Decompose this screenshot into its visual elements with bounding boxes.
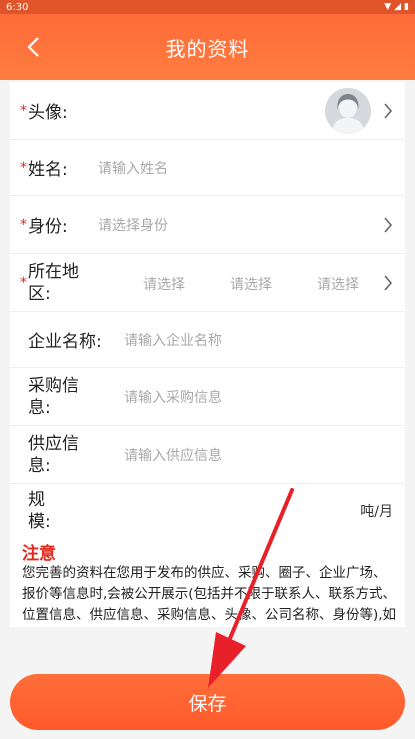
required-mark: * <box>20 159 27 176</box>
scale-row: 规 模: 吨/月 <box>10 484 405 538</box>
chevron-left-icon <box>27 37 39 57</box>
name-input[interactable]: 请输入姓名 <box>98 158 168 178</box>
city-select[interactable]: 请选择 <box>230 274 272 294</box>
identity-select[interactable]: 请选择身份 <box>98 215 168 235</box>
name-label: 姓名: <box>28 160 68 180</box>
signal-icon: ◢ <box>394 2 402 12</box>
avatar[interactable] <box>325 88 371 134</box>
province-select[interactable]: 请选择 <box>143 274 185 294</box>
status-time: 6:30 <box>6 1 29 13</box>
status-bar: 6:30 ▼ ◢ ▮ <box>0 0 415 14</box>
wifi-icon: ▼ <box>384 2 392 12</box>
app-bar: 我的资料 <box>0 14 415 80</box>
company-row: 企业名称: 请输入企业名称 <box>10 312 405 368</box>
identity-label: 身份: <box>28 217 68 237</box>
region-label: 所在地 区: <box>28 261 79 304</box>
chevron-right-icon <box>384 274 393 291</box>
district-select[interactable]: 请选择 <box>317 274 359 294</box>
notice-title: 注意 <box>22 544 56 564</box>
company-label: 企业名称: <box>28 332 102 352</box>
identity-row[interactable]: * 身份: 请选择身份 <box>10 196 405 254</box>
company-input[interactable]: 请输入企业名称 <box>124 330 222 350</box>
purchase-input[interactable]: 请输入采购信息 <box>124 387 222 407</box>
chevron-right-icon <box>384 102 393 119</box>
name-row: * 姓名: 请输入姓名 <box>10 140 405 196</box>
default-avatar-icon <box>325 88 371 134</box>
required-mark: * <box>20 274 27 291</box>
scale-label: 规 模: <box>28 490 51 532</box>
status-icons: ▼ ◢ ▮ <box>384 2 409 12</box>
notice-text: 您完善的资料在您用于发布的供应、采购、圈子、企业广场、报价等信息时,会被公开展示… <box>22 565 397 623</box>
save-button[interactable]: 保存 <box>10 674 405 730</box>
battery-icon: ▮ <box>404 2 409 12</box>
scale-unit: 吨/月 <box>360 504 393 520</box>
avatar-row[interactable]: * 头像: <box>10 82 405 140</box>
back-button[interactable] <box>18 32 48 62</box>
profile-form: * 头像: * 姓名: 请输入姓名 * 身份: 请选择身份 * 所在地 区: 请… <box>10 82 405 627</box>
page-title: 我的资料 <box>165 36 250 61</box>
region-row: * 所在地 区: 请选择 请选择 请选择 <box>10 254 405 312</box>
purchase-label: 采购信 息: <box>28 375 79 418</box>
supply-row: 供应信 息: 请输入供应信息 <box>10 426 405 484</box>
avatar-label: 头像: <box>28 103 68 123</box>
chevron-right-icon <box>384 216 393 233</box>
required-mark: * <box>20 102 27 119</box>
required-mark: * <box>20 216 27 233</box>
purchase-row: 采购信 息: 请输入采购信息 <box>10 368 405 426</box>
supply-label: 供应信 息: <box>28 433 79 476</box>
supply-input[interactable]: 请输入供应信息 <box>124 445 222 465</box>
